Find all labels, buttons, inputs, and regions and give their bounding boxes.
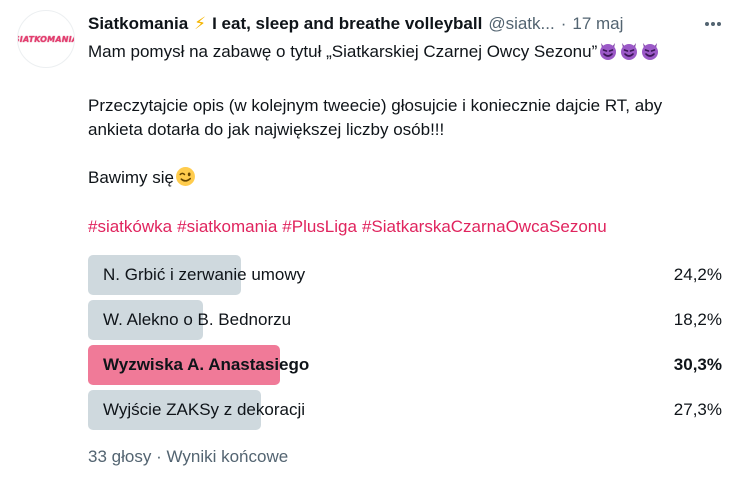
winking-face-icon	[176, 167, 195, 186]
author-name-suffix[interactable]: I eat, sleep and breathe volleyball	[212, 14, 482, 34]
hashtags: #siatkówka #siatkomania #PlusLiga #Siatkars…	[88, 215, 612, 239]
poll-option-percent: 30,3%	[673, 355, 722, 374]
poll-footer-separator: ·	[156, 447, 162, 466]
author-name[interactable]: Siatkomania	[88, 14, 188, 34]
header-separator: ·	[560, 14, 567, 33]
author-handle[interactable]: @siatk...	[488, 14, 554, 34]
tweet-timestamp[interactable]: 17 maj	[572, 14, 623, 34]
poll-option-label: Wyzwiska A. Anastasiego	[103, 355, 310, 374]
avatar[interactable]: SIATKOMANIA	[17, 10, 75, 68]
hashtag-link[interactable]: #siatkówka	[88, 217, 172, 236]
poll-status: Wyniki końcowe	[166, 447, 289, 466]
tweet-text-line-1-content: Mam pomysł na zabawę o tytuł „Siatkarski…	[88, 42, 598, 61]
tweet-text-line-4-content: Bawimy się	[88, 168, 174, 187]
hashtag-link[interactable]: #siatkomania	[177, 217, 277, 236]
poll-option: W. Alekno o B. Bednorzu 18,2%	[88, 300, 724, 340]
hashtag-link[interactable]: #PlusLiga	[282, 217, 357, 236]
poll-option-percent: 24,2%	[673, 265, 722, 284]
lightning-icon: ⚡	[194, 14, 207, 33]
smiling-devil-icon	[600, 43, 617, 60]
smiling-devil-icon	[642, 43, 659, 60]
hashtag-link[interactable]: #SiatkarskaCzarnaOwcaSezonu	[362, 217, 607, 236]
more-horizontal-icon[interactable]	[700, 12, 726, 36]
tweet-text-line-2: Przeczytajcie opis (w kolejnym tweecie) …	[88, 96, 663, 115]
avatar-logo-text: SIATKOMANIA	[17, 34, 75, 44]
poll-option: N. Grbić i zerwanie umowy 24,2%	[88, 255, 724, 295]
poll-footer: 33 głosy · Wyniki końcowe	[88, 447, 288, 467]
poll-option-winner: Wyzwiska A. Anastasiego 30,3%	[88, 345, 724, 385]
poll-option-percent: 27,3%	[673, 400, 722, 419]
poll-option: Wyjście ZAKSy z dekoracji 27,3%	[88, 390, 724, 430]
poll-vote-count: 33 głosy	[88, 447, 152, 466]
tweet-text-line-3: ankieta dotarła do jak największej liczb…	[88, 120, 445, 139]
poll-option-label: W. Alekno o B. Bednorzu	[103, 310, 292, 329]
tweet-text-line-1: Mam pomysł na zabawę o tytuł „Siatkarski…	[88, 40, 660, 64]
smiling-devil-icon	[621, 43, 638, 60]
tweet-text-line-4: Bawimy się	[88, 166, 196, 190]
poll-option-percent: 18,2%	[673, 310, 722, 329]
tweet-header: Siatkomania ⚡ I eat, sleep and breathe v…	[88, 12, 708, 36]
poll-option-label: Wyjście ZAKSy z dekoracji	[103, 400, 306, 419]
poll-option-label: N. Grbić i zerwanie umowy	[103, 265, 306, 284]
